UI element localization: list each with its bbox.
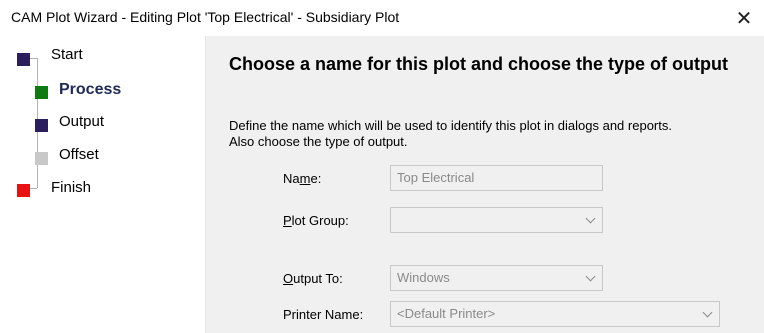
step-output-label: Output [59, 113, 105, 130]
description-line: Define the name which will be used to id… [229, 118, 672, 133]
step-process-marker [35, 86, 48, 99]
step-finish[interactable]: Finish [0, 179, 205, 204]
wizard-steps-sidebar: Start Process Output Offset Finish [0, 36, 205, 333]
step-finish-label: Finish [51, 179, 92, 196]
page-description: Define the name which will be used to id… [229, 118, 749, 150]
step-output-marker [35, 119, 48, 132]
plot-group-dropdown[interactable] [390, 207, 603, 233]
close-icon: ✕ [735, 7, 753, 30]
step-offset-marker [35, 152, 48, 165]
close-button[interactable]: ✕ [724, 0, 764, 36]
output-to-label: Output To: [283, 271, 343, 286]
step-finish-marker [17, 184, 30, 197]
wizard-content-panel: Choose a name for this plot and choose t… [205, 36, 764, 333]
name-label: Name: [283, 171, 322, 186]
printer-name-label: Printer Name: [283, 307, 364, 322]
step-process-label: Process [59, 81, 122, 98]
step-output[interactable]: Output [0, 113, 205, 139]
step-offset[interactable]: Offset [0, 146, 205, 172]
step-start-marker [17, 53, 30, 66]
step-offset-label: Offset [59, 146, 99, 163]
step-start[interactable]: Start [0, 46, 205, 73]
printer-name-dropdown[interactable]: <Default Printer> [390, 301, 720, 327]
step-start-label: Start [51, 46, 83, 63]
title-bar: CAM Plot Wizard - Editing Plot 'Top Elec… [0, 0, 764, 37]
step-process[interactable]: Process [0, 81, 205, 106]
window-title: CAM Plot Wizard - Editing Plot 'Top Elec… [11, 9, 400, 25]
page-title: Choose a name for this plot and choose t… [229, 54, 729, 74]
plot-name-field[interactable]: Top Electrical [390, 165, 603, 191]
printer-name-value: <Default Printer> [397, 306, 496, 321]
output-to-value: Windows [397, 270, 450, 285]
plot-group-label: Plot Group: [283, 213, 349, 228]
output-to-dropdown[interactable]: Windows [390, 265, 603, 291]
description-line: Also choose the type of output. [229, 134, 408, 149]
